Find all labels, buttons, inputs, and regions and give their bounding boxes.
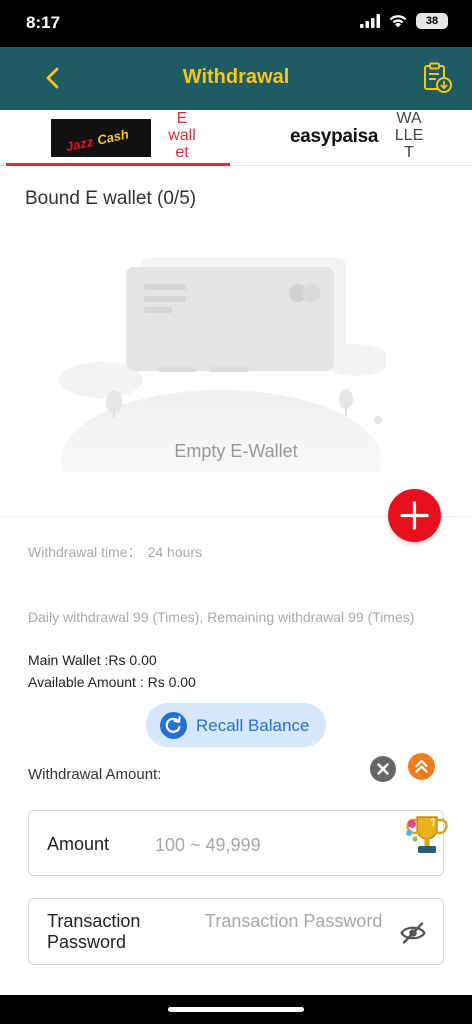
available-amount: Available Amount : Rs 0.00	[28, 674, 196, 690]
plus-icon	[400, 501, 429, 530]
transaction-password-input[interactable]	[205, 911, 395, 955]
refresh-icon	[160, 712, 187, 739]
status-bar: 8:17 38	[0, 0, 472, 47]
jazzcash-logo-art: Jazz Cash	[65, 126, 131, 154]
amount-field: Amount	[28, 810, 448, 876]
withdrawal-time-label: Withdrawal time：	[28, 544, 142, 560]
bound-wallet-title: Bound E wallet (0/5)	[25, 188, 197, 209]
withdrawal-time: Withdrawal time： 24 hours	[28, 542, 202, 563]
withdrawal-amount-label: Withdrawal Amount:	[28, 766, 162, 783]
recall-balance-button[interactable]: Recall Balance	[146, 703, 326, 747]
app-header: Withdrawal	[0, 47, 472, 110]
empty-wallet-label: Empty E-Wallet	[174, 441, 298, 461]
double-chevron-up-icon[interactable]	[408, 753, 435, 780]
jazzcash-logo: Jazz Cash	[51, 119, 151, 157]
tab-easypaisa-label: WA LLE T	[394, 110, 424, 161]
wifi-icon	[389, 15, 407, 28]
close-icon[interactable]	[370, 756, 396, 782]
add-wallet-button[interactable]	[388, 489, 441, 542]
main-wallet-balance: Main Wallet :Rs 0.00	[28, 652, 157, 668]
wallet-tabs: Jazz Cash E wall et easypaisa WA LLE T	[0, 110, 472, 166]
transaction-password-label: Transaction Password	[47, 911, 141, 952]
amount-label: Amount	[47, 834, 110, 854]
transaction-password-field: Transaction Password	[28, 898, 444, 965]
daily-withdrawal-info: Daily withdrawal 99 (Times), Remaining w…	[28, 609, 415, 625]
tab-easypaisa[interactable]: easypaisa WA LLE T	[236, 110, 472, 166]
withdrawal-time-value: 24 hours	[147, 544, 203, 560]
svg-text:Jazz: Jazz	[65, 134, 95, 154]
clipboard-download-icon[interactable]	[420, 61, 454, 95]
status-icons: 38	[360, 13, 448, 29]
page-title: Withdrawal	[182, 66, 290, 88]
easypaisa-logo: easypaisa	[290, 126, 379, 147]
empty-wallet-illustration	[59, 258, 386, 472]
recall-balance-label: Recall Balance	[196, 716, 310, 735]
amount-input[interactable]	[155, 833, 375, 857]
eye-off-icon[interactable]	[399, 921, 427, 945]
tab-jazzcash-label: E wall et	[168, 110, 196, 161]
home-bar	[0, 995, 472, 1024]
svg-text:Cash: Cash	[96, 126, 130, 147]
status-time: 8:17	[26, 13, 61, 32]
battery-icon: 38	[416, 13, 448, 29]
home-indicator[interactable]	[168, 1007, 304, 1012]
signal-icon	[360, 14, 380, 28]
tab-jazzcash[interactable]: Jazz Cash E wall et	[6, 110, 230, 166]
trophy-icon[interactable]	[401, 811, 451, 859]
